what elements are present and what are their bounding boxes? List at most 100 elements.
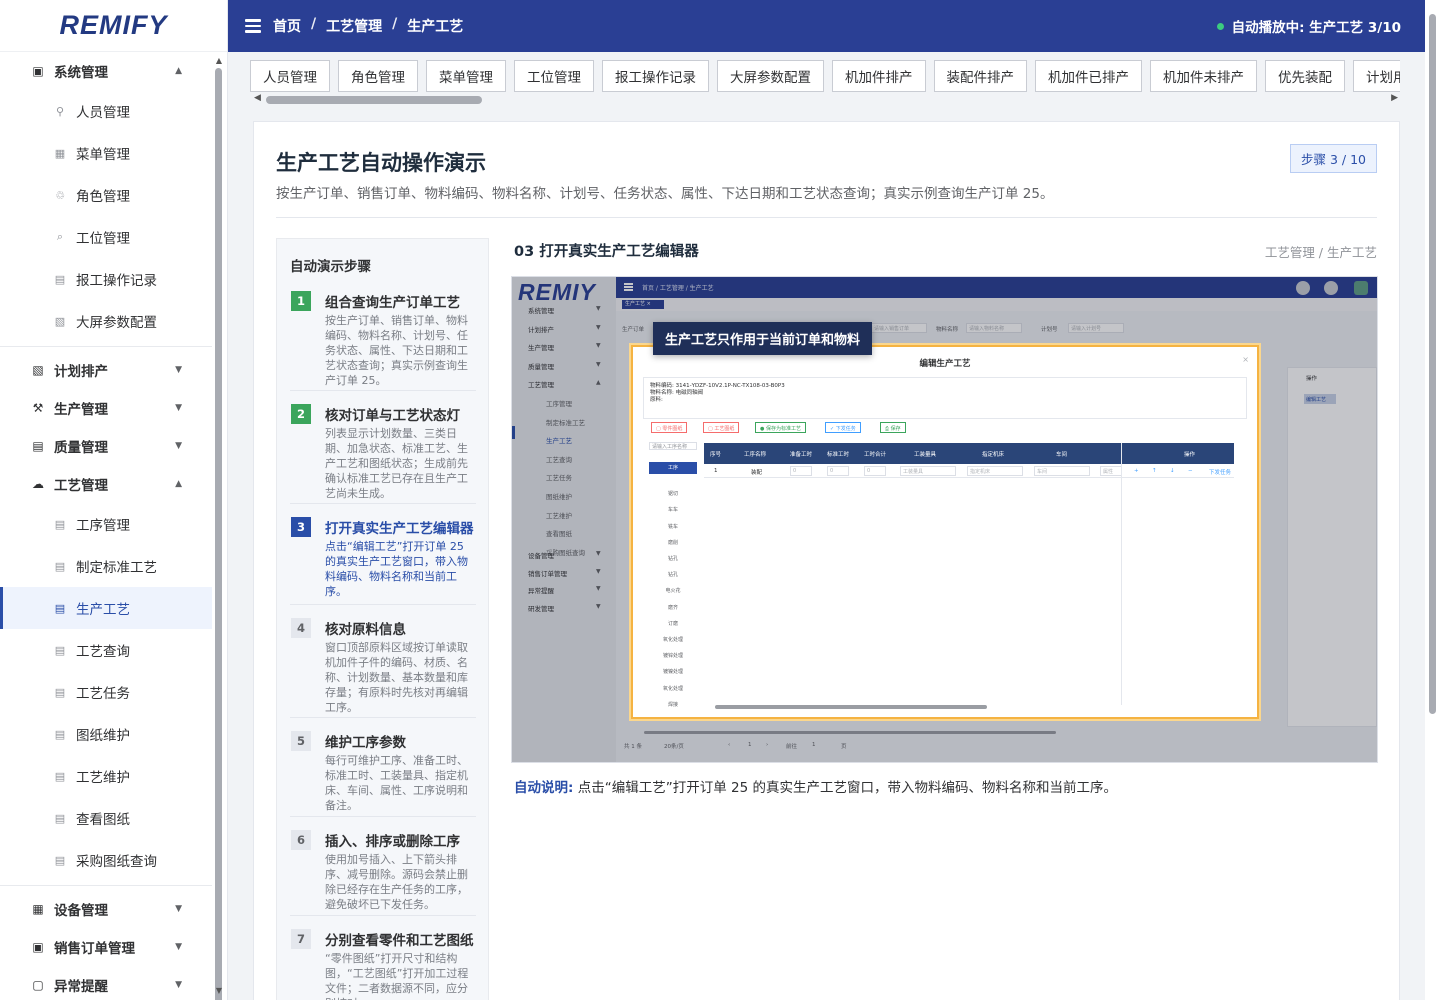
tab[interactable]: 优先装配: [1265, 60, 1345, 92]
sidebar-item[interactable]: ▤ 查看图纸: [0, 797, 212, 839]
breadcrumb-separator: /: [311, 16, 317, 32]
scroll-down-icon[interactable]: ▼: [214, 986, 224, 995]
sidebar-item[interactable]: ▤ 工艺任务: [0, 671, 212, 713]
person-icon: ⚲: [55, 104, 65, 118]
mini-cell-input: 属性: [1100, 466, 1122, 476]
tab[interactable]: 菜单管理: [426, 60, 506, 92]
sidebar-item[interactable]: ▤ 质量管理 ▼: [0, 427, 212, 465]
mini-dialog-button: ⎙ 保存: [880, 422, 906, 433]
step-item[interactable]: 1 组合查询生产订单工艺 按生产订单、销售订单、物料编码、物料名称、计划号、任务状态…: [290, 289, 476, 391]
sidebar-item[interactable]: ▤ 生产工艺: [0, 587, 212, 629]
tab[interactable]: 计划用表: [1353, 60, 1400, 92]
sidebar-item[interactable]: ▣ 销售订单管理 ▼: [0, 928, 212, 966]
step-title: 打开真实生产工艺编辑器: [325, 521, 474, 537]
mini-table-header-cell: 指定机床: [982, 452, 1005, 458]
sidebar-item[interactable]: ▤ 报工操作记录: [0, 258, 212, 300]
tab[interactable]: 人员管理: [250, 60, 330, 92]
mini-table-header-cell: 工装量具: [914, 452, 937, 458]
tab[interactable]: 机加件未排产: [1150, 60, 1257, 92]
tab[interactable]: 机加件排产: [832, 60, 926, 92]
breadcrumb-process-mgmt[interactable]: 工艺管理: [326, 16, 382, 36]
step-item[interactable]: 2 核对订单与工艺状态灯 列表显示计划数量、三类日期、加急状态、标准工艺、生产工艺和…: [290, 402, 476, 504]
chevron-down-icon[interactable]: ▼: [175, 942, 182, 952]
step-title: 组合查询生产订单工艺: [325, 295, 460, 311]
tab[interactable]: 工位管理: [514, 60, 594, 92]
page-scrollbar-thumb[interactable]: [1429, 14, 1436, 714]
step-title: 维护工序参数: [325, 735, 406, 751]
mini-cell-input: 0: [864, 466, 886, 476]
step-badge: 步骤 3 / 10: [1290, 144, 1377, 173]
mini-process-item: 订磨: [667, 620, 678, 627]
sidebar-item[interactable]: ▤ 工艺查询: [0, 629, 212, 671]
step-number: 3: [291, 517, 311, 537]
step-item[interactable]: 6 插入、排序或删除工序 使用加号插入、上下箭头排序、减号删除。源码会禁止删除已经存…: [290, 828, 476, 916]
step-item[interactable]: 7 分别查看零件和工艺图纸 “零件图纸”打开尺寸和结构图，“工艺图纸”打开加工过程文…: [290, 927, 476, 1000]
step-item[interactable]: 5 维护工序参数 每行可维护工序、准备工时、标准工时、工装量具、指定机床、车间、属性…: [290, 729, 476, 817]
sidebar-item[interactable]: ▤ 图纸维护: [0, 713, 212, 755]
sidebar-item-label: 生产工艺: [76, 602, 130, 618]
tabs-scrollbar-thumb[interactable]: [266, 96, 482, 104]
mini-process-item: 钻孔: [667, 572, 678, 579]
tab[interactable]: 大屏参数配置: [717, 60, 824, 92]
chevron-down-icon[interactable]: ▼: [175, 365, 182, 375]
tab[interactable]: 装配件排产: [933, 60, 1027, 92]
tab[interactable]: 报工操作记录: [602, 60, 709, 92]
square-dot-icon: ▣: [32, 64, 44, 78]
sidebar-item[interactable]: ▢ 异常提醒 ▼: [0, 966, 212, 1000]
scrollbar-thumb[interactable]: [215, 68, 222, 1000]
mini-process-item: 工序: [649, 462, 697, 474]
grid-icon: ▦: [54, 146, 66, 160]
mini-table-header-cell: 工序名称: [744, 452, 767, 458]
tab[interactable]: 角色管理: [338, 60, 418, 92]
hamburger-menu-icon[interactable]: [245, 19, 261, 33]
mini-process-list: 请输入工序名称 工序 锯切 车车 铣车 磨削 钻孔 钻孔 电火花 磨齐 订磨 氧化处理 镀锌处理 镀镍处…: [649, 442, 697, 712]
sidebar-item[interactable]: ▦ 设备管理 ▼: [0, 890, 212, 928]
scroll-up-icon[interactable]: ▲: [214, 56, 224, 65]
sidebar-item[interactable]: ⌕ 工位管理: [0, 216, 212, 258]
step-item[interactable]: 3 打开真实生产工艺编辑器 点击“编辑工艺”打开订单 25 的真实生产工艺窗口，带入…: [290, 515, 476, 605]
tab[interactable]: 机加件已排产: [1035, 60, 1142, 92]
chevron-down-icon[interactable]: ▼: [175, 441, 182, 451]
list-icon: ▤: [54, 601, 66, 615]
mini-table-header-cell: 准备工时: [790, 452, 813, 458]
sidebar-item[interactable]: ▧ 计划排产 ▼: [0, 351, 212, 389]
sidebar-item[interactable]: ⚲ 人员管理: [0, 90, 212, 132]
sidebar-item[interactable]: ▧ 大屏参数配置: [0, 300, 212, 342]
sidebar-item[interactable]: ▤ 制定标准工艺: [0, 545, 212, 587]
autoplay-status-text: 自动播放中: 生产工艺 3/10: [1231, 20, 1401, 36]
sidebar-item[interactable]: ▤ 采购图纸查询: [0, 839, 212, 881]
scroll-right-icon[interactable]: ▶: [1391, 93, 1398, 103]
page-scrollbar[interactable]: [1425, 0, 1440, 1000]
mini-close-icon: ×: [1242, 355, 1249, 364]
breadcrumb-home[interactable]: 首页: [273, 16, 301, 36]
sidebar-item[interactable]: ⚒ 生产管理 ▼: [0, 389, 212, 427]
sidebar-item-label: 销售订单管理: [54, 941, 135, 957]
mini-table-header-cell: 车间: [1056, 452, 1068, 458]
sidebar-item[interactable]: ▤ 工艺维护: [0, 755, 212, 797]
scroll-left-icon[interactable]: ◀: [254, 93, 261, 103]
breadcrumb-separator: /: [392, 16, 398, 32]
chevron-up-icon[interactable]: ▲: [175, 479, 182, 489]
chevron-down-icon[interactable]: ▼: [175, 403, 182, 413]
mini-ops-panel: [1121, 443, 1234, 705]
step-description: 使用加号插入、上下箭头排序、减号删除。源码会禁止删除已经存在生产任务的工序，避免…: [325, 853, 468, 911]
step-item[interactable]: 4 核对原料信息 窗口顶部原料区域按订单读取机加件子件的编码、材质、名称、计划数量、…: [290, 616, 476, 718]
sidebar-item[interactable]: ▣ 系统管理 ▲: [0, 52, 212, 90]
chevron-down-icon[interactable]: ▼: [175, 980, 182, 990]
list-icon: ▤: [54, 272, 66, 286]
chevron-down-icon[interactable]: ▼: [175, 904, 182, 914]
sidebar-item[interactable]: ▦ 菜单管理: [0, 132, 212, 174]
step-number: 1: [291, 291, 311, 311]
tabs-scrollbar[interactable]: ◀ ▶: [250, 93, 1400, 105]
menu-divider: [0, 346, 212, 347]
sidebar-item[interactable]: ☁ 工艺管理 ▲: [0, 465, 212, 503]
sidebar-scrollbar[interactable]: ▲ ▼: [214, 56, 224, 1000]
sidebar-item-label: 查看图纸: [76, 812, 130, 828]
sidebar-item-label: 采购图纸查询: [76, 854, 157, 870]
chevron-up-icon[interactable]: ▲: [175, 66, 182, 76]
sidebar-item[interactable]: ▤ 工序管理: [0, 503, 212, 545]
app-logo[interactable]: REMIFY: [0, 0, 227, 52]
mini-dialog-button: ▢ 零件图纸: [651, 422, 688, 433]
sidebar-item[interactable]: ♲ 角色管理: [0, 174, 212, 216]
mini-process-item: 锯切: [667, 491, 678, 498]
